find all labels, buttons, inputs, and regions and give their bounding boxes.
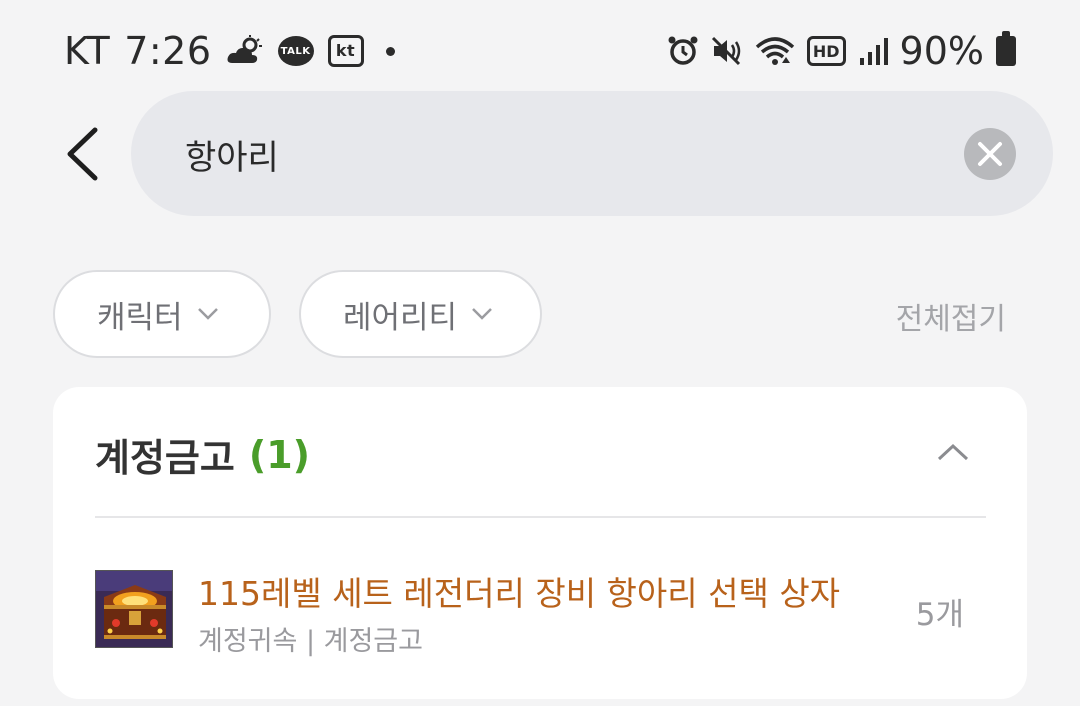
- kt-label: kt: [327, 35, 364, 67]
- alarm-icon: [667, 35, 699, 67]
- search-input[interactable]: [183, 121, 947, 187]
- collapse-all-button[interactable]: 전체접기: [896, 294, 1006, 338]
- item-binding-info: 계정귀속 | 계정금고: [198, 626, 423, 657]
- status-bar: KT 7:26 TALK kt HD 90%: [0, 0, 1080, 100]
- hd-label: HD: [806, 36, 846, 66]
- signal-icon: [858, 36, 888, 66]
- rarity-filter-chip[interactable]: 레어리티: [299, 270, 542, 358]
- chevron-down-icon: [197, 307, 219, 321]
- rarity-filter-label: 레어리티: [343, 299, 458, 336]
- item-name: 115레벨 세트 레전더리 장비 항아리 선택 상자: [198, 574, 841, 613]
- status-bar-left: KT 7:26 TALK kt: [64, 26, 395, 76]
- section-header: 계정금고 (1): [95, 427, 310, 482]
- close-icon: [978, 142, 1002, 166]
- wifi-icon: [755, 35, 795, 67]
- search-bar: [131, 91, 1053, 216]
- account-vault-section: 계정금고 (1) 115레벨 세트 레전더리 장비 항아리 선택 상자 계정귀속…: [53, 387, 1027, 699]
- weather-icon: [226, 35, 264, 67]
- hd-voice-icon: HD: [806, 36, 846, 66]
- kt-icon: kt: [327, 35, 364, 67]
- section-count: (1): [248, 432, 311, 477]
- battery-icon: [996, 31, 1016, 66]
- chevron-down-icon: [471, 307, 493, 321]
- battery-percent: 90%: [899, 29, 984, 73]
- character-filter-chip[interactable]: 캐릭터: [53, 270, 271, 358]
- status-bar-right: HD 90%: [667, 26, 1016, 76]
- chevron-up-icon: [937, 443, 969, 461]
- carrier-label: KT: [64, 29, 111, 73]
- back-button[interactable]: [52, 118, 112, 190]
- clear-search-button[interactable]: [964, 128, 1016, 180]
- notification-dot-icon: [385, 46, 395, 56]
- talk-label: TALK: [277, 36, 314, 66]
- mute-icon: [711, 35, 743, 67]
- treasure-chest-icon: [95, 570, 173, 648]
- section-collapse-button[interactable]: [933, 437, 973, 467]
- kakaotalk-icon: TALK: [277, 36, 314, 66]
- divider: [95, 516, 986, 518]
- chevron-left-icon: [67, 127, 98, 181]
- character-filter-label: 캐릭터: [97, 299, 183, 336]
- list-item[interactable]: 115레벨 세트 레전더리 장비 항아리 선택 상자 계정귀속 | 계정금고 5…: [95, 567, 986, 657]
- clock: 7:26: [124, 29, 212, 73]
- item-quantity: 5개: [915, 597, 964, 633]
- section-title: 계정금고: [95, 436, 235, 480]
